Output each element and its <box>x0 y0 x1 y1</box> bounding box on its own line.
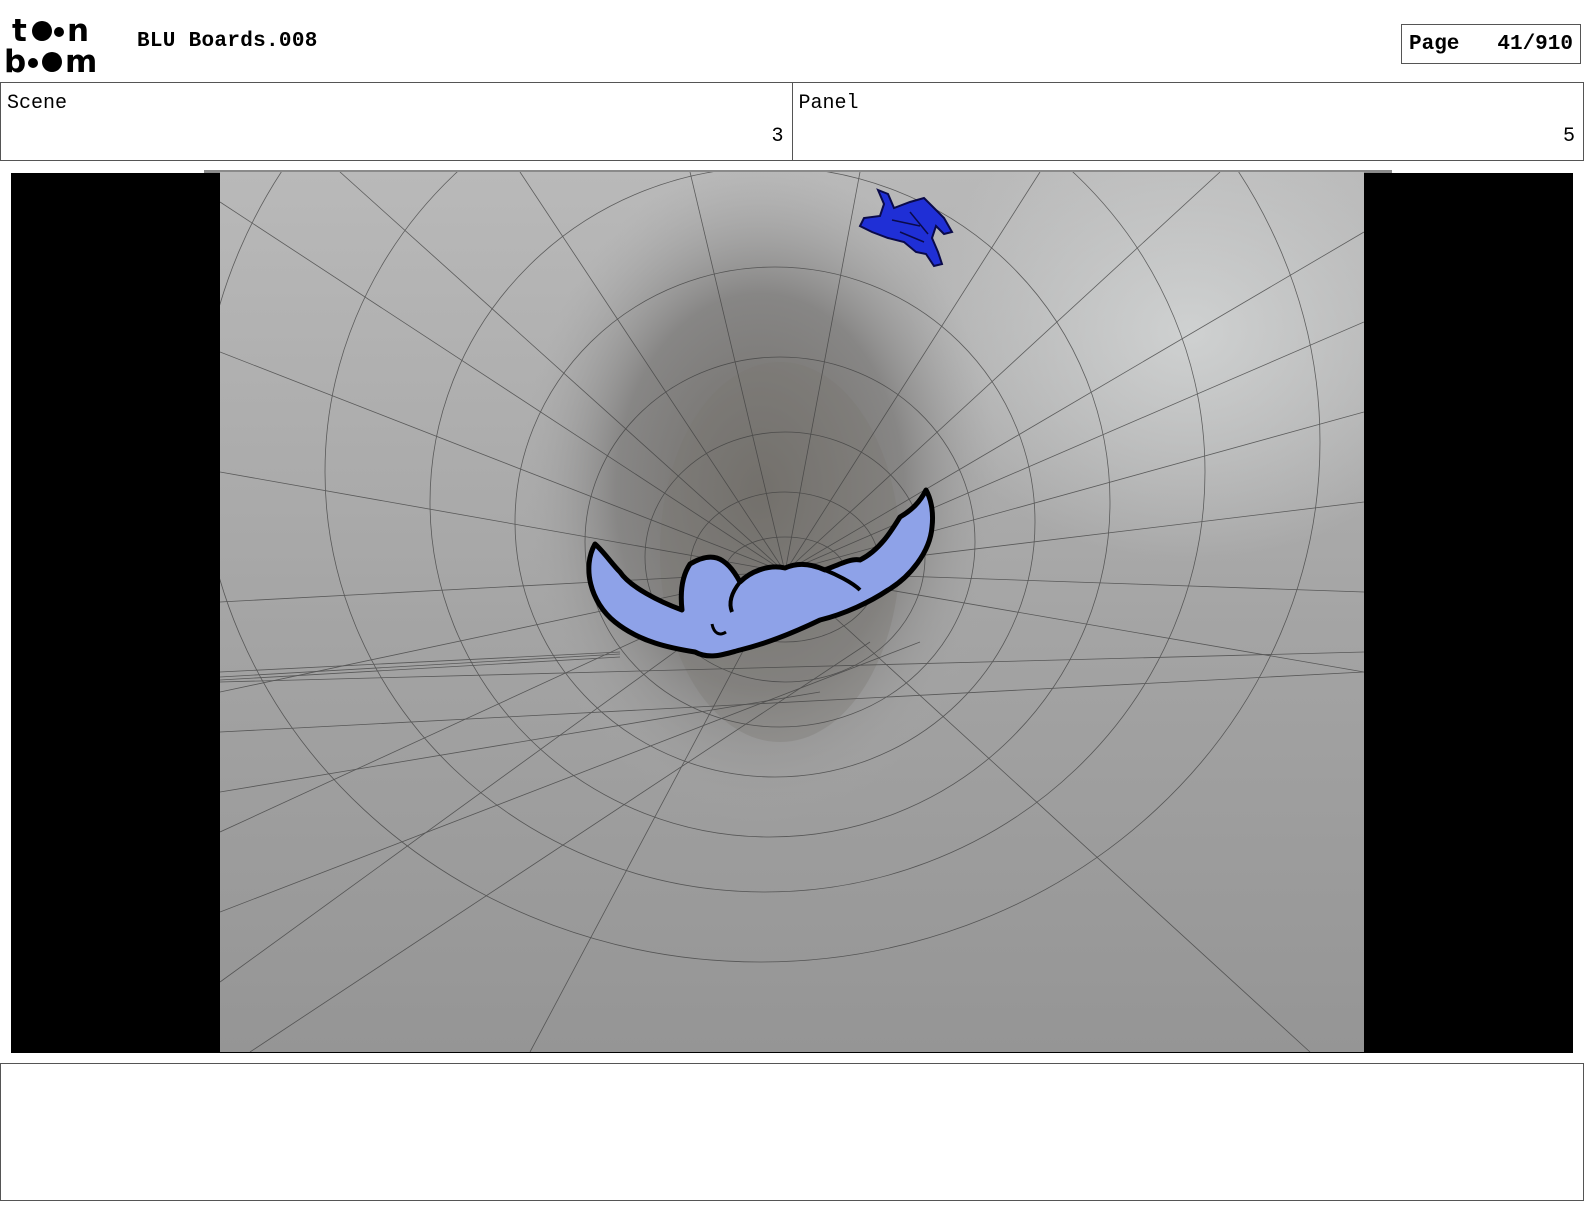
page-indicator: Page 41/910 <box>1401 24 1581 64</box>
page-number: 41/910 <box>1497 32 1573 56</box>
storyboard-artwork <box>220 172 1364 1052</box>
scene-number: 3 <box>771 125 784 148</box>
page-label: Page <box>1409 32 1460 56</box>
panel-cell: Panel 5 <box>791 83 1584 160</box>
svg-text:b: b <box>4 44 26 76</box>
toon-boom-logo: t n b m <box>4 14 97 76</box>
scene-label: Scene <box>7 92 68 115</box>
panel-label: Panel <box>798 92 859 115</box>
board-title: BLU Boards.008 <box>137 30 318 53</box>
notes-box <box>0 1063 1584 1201</box>
scene-cell: Scene 3 <box>1 83 792 160</box>
svg-text:m: m <box>65 44 97 76</box>
panel-number: 5 <box>1562 125 1575 148</box>
scene-panel-row: Scene 3 Panel 5 <box>0 82 1584 161</box>
